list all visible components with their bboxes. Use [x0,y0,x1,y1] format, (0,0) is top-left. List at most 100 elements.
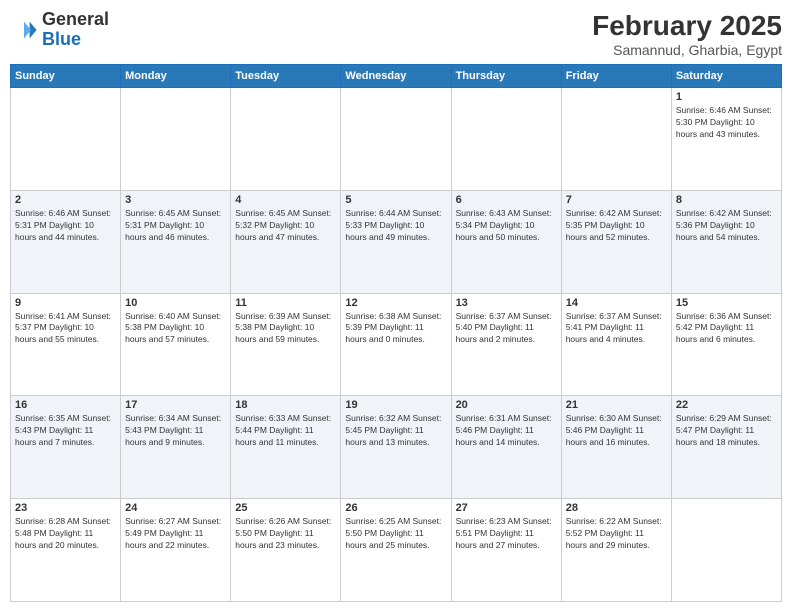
day-cell: 24 Sunrise: 6:27 AM Sunset: 5:49 PM Dayli… [121,499,231,602]
title-block: February 2025 Samannud, Gharbia, Egypt [592,10,782,58]
day-cell: 1Sunrise: 6:46 AM Sunset: 5:30 PM Daylig… [671,88,781,191]
page: General Blue February 2025 Samannud, Gha… [0,0,792,612]
day-number: 11 [235,297,336,309]
day-number: 14 [566,297,667,309]
day-info: Sunrise: 6:34 AM Sunset: 5:43 PM Dayligh… [125,413,226,449]
day-info: Sunrise: 6:36 AM Sunset: 5:42 PM Dayligh… [676,311,777,347]
day-info: Sunrise: 6:42 AM Sunset: 5:35 PM Dayligh… [566,208,667,244]
day-info: Sunrise: 6:28 AM Sunset: 5:48 PM Dayligh… [15,516,116,552]
day-info: Sunrise: 6:43 AM Sunset: 5:34 PM Dayligh… [456,208,557,244]
day-cell: 7 Sunrise: 6:42 AM Sunset: 5:35 PM Daylig… [561,190,671,293]
day-cell [561,88,671,191]
day-cell: 14Sunrise: 6:37 AM Sunset: 5:41 PM Dayli… [561,293,671,396]
day-cell: 23 Sunrise: 6:28 AM Sunset: 5:48 PM Dayli… [11,499,121,602]
day-cell: 5 Sunrise: 6:44 AM Sunset: 5:33 PM Daylig… [341,190,451,293]
day-cell: 4Sunrise: 6:45 AM Sunset: 5:32 PM Daylig… [231,190,341,293]
day-cell: 20Sunrise: 6:31 AM Sunset: 5:46 PM Dayli… [451,396,561,499]
day-cell: 13 Sunrise: 6:37 AM Sunset: 5:40 PM Dayli… [451,293,561,396]
day-number: 23 [15,502,116,514]
week-row-2: 2Sunrise: 6:46 AM Sunset: 5:31 PM Daylig… [11,190,782,293]
day-number: 28 [566,502,667,514]
day-number: 1 [676,91,777,103]
col-header-monday: Monday [121,65,231,88]
calendar-body: 1Sunrise: 6:46 AM Sunset: 5:30 PM Daylig… [11,88,782,602]
logo-blue: Blue [42,29,81,49]
day-info: Sunrise: 6:39 AM Sunset: 5:38 PM Dayligh… [235,311,336,347]
day-number: 15 [676,297,777,309]
day-number: 6 [456,194,557,206]
day-info: Sunrise: 6:45 AM Sunset: 5:31 PM Dayligh… [125,208,226,244]
day-cell [11,88,121,191]
day-cell: 16 Sunrise: 6:35 AM Sunset: 5:43 PM Dayli… [11,396,121,499]
col-header-friday: Friday [561,65,671,88]
day-info: Sunrise: 6:30 AM Sunset: 5:46 PM Dayligh… [566,413,667,449]
week-row-5: 23 Sunrise: 6:28 AM Sunset: 5:48 PM Dayli… [11,499,782,602]
day-info: Sunrise: 6:40 AM Sunset: 5:38 PM Dayligh… [125,311,226,347]
day-number: 16 [15,399,116,411]
day-cell: 25 Sunrise: 6:26 AM Sunset: 5:50 PM Dayli… [231,499,341,602]
day-number: 18 [235,399,336,411]
day-cell: 15 Sunrise: 6:36 AM Sunset: 5:42 PM Dayli… [671,293,781,396]
week-row-4: 16 Sunrise: 6:35 AM Sunset: 5:43 PM Dayli… [11,396,782,499]
day-number: 21 [566,399,667,411]
day-cell: 17 Sunrise: 6:34 AM Sunset: 5:43 PM Dayli… [121,396,231,499]
week-row-1: 1Sunrise: 6:46 AM Sunset: 5:30 PM Daylig… [11,88,782,191]
day-cell: 27 Sunrise: 6:23 AM Sunset: 5:51 PM Dayli… [451,499,561,602]
day-cell: 19Sunrise: 6:32 AM Sunset: 5:45 PM Dayli… [341,396,451,499]
day-cell: 18 Sunrise: 6:33 AM Sunset: 5:44 PM Dayli… [231,396,341,499]
day-cell: 9Sunrise: 6:41 AM Sunset: 5:37 PM Daylig… [11,293,121,396]
location: Samannud, Gharbia, Egypt [592,42,782,58]
day-number: 8 [676,194,777,206]
day-cell [451,88,561,191]
day-number: 4 [235,194,336,206]
day-info: Sunrise: 6:32 AM Sunset: 5:45 PM Dayligh… [345,413,446,449]
day-info: Sunrise: 6:46 AM Sunset: 5:31 PM Dayligh… [15,208,116,244]
week-row-3: 9Sunrise: 6:41 AM Sunset: 5:37 PM Daylig… [11,293,782,396]
day-number: 7 [566,194,667,206]
day-number: 20 [456,399,557,411]
day-cell: 22Sunrise: 6:29 AM Sunset: 5:47 PM Dayli… [671,396,781,499]
day-cell [671,499,781,602]
day-number: 25 [235,502,336,514]
day-cell: 8 Sunrise: 6:42 AM Sunset: 5:36 PM Daylig… [671,190,781,293]
day-info: Sunrise: 6:22 AM Sunset: 5:52 PM Dayligh… [566,516,667,552]
day-cell: 11 Sunrise: 6:39 AM Sunset: 5:38 PM Dayli… [231,293,341,396]
month-title: February 2025 [592,10,782,42]
logo-text: General Blue [42,10,109,50]
day-info: Sunrise: 6:37 AM Sunset: 5:40 PM Dayligh… [456,311,557,347]
day-info: Sunrise: 6:27 AM Sunset: 5:49 PM Dayligh… [125,516,226,552]
day-cell [121,88,231,191]
logo: General Blue [10,10,109,50]
day-number: 13 [456,297,557,309]
day-number: 26 [345,502,446,514]
calendar-header: SundayMondayTuesdayWednesdayThursdayFrid… [11,65,782,88]
header: General Blue February 2025 Samannud, Gha… [10,10,782,58]
day-info: Sunrise: 6:38 AM Sunset: 5:39 PM Dayligh… [345,311,446,347]
header-row: SundayMondayTuesdayWednesdayThursdayFrid… [11,65,782,88]
day-info: Sunrise: 6:42 AM Sunset: 5:36 PM Dayligh… [676,208,777,244]
col-header-sunday: Sunday [11,65,121,88]
day-cell: 10Sunrise: 6:40 AM Sunset: 5:38 PM Dayli… [121,293,231,396]
day-number: 5 [345,194,446,206]
day-cell: 3Sunrise: 6:45 AM Sunset: 5:31 PM Daylig… [121,190,231,293]
day-number: 27 [456,502,557,514]
day-info: Sunrise: 6:33 AM Sunset: 5:44 PM Dayligh… [235,413,336,449]
day-info: Sunrise: 6:26 AM Sunset: 5:50 PM Dayligh… [235,516,336,552]
day-number: 9 [15,297,116,309]
day-info: Sunrise: 6:23 AM Sunset: 5:51 PM Dayligh… [456,516,557,552]
day-info: Sunrise: 6:44 AM Sunset: 5:33 PM Dayligh… [345,208,446,244]
day-cell [231,88,341,191]
day-cell: 6 Sunrise: 6:43 AM Sunset: 5:34 PM Daylig… [451,190,561,293]
day-number: 12 [345,297,446,309]
day-number: 22 [676,399,777,411]
calendar: SundayMondayTuesdayWednesdayThursdayFrid… [10,64,782,602]
day-number: 17 [125,399,226,411]
day-cell: 2Sunrise: 6:46 AM Sunset: 5:31 PM Daylig… [11,190,121,293]
col-header-thursday: Thursday [451,65,561,88]
day-info: Sunrise: 6:35 AM Sunset: 5:43 PM Dayligh… [15,413,116,449]
day-cell [341,88,451,191]
day-cell: 21 Sunrise: 6:30 AM Sunset: 5:46 PM Dayli… [561,396,671,499]
day-info: Sunrise: 6:25 AM Sunset: 5:50 PM Dayligh… [345,516,446,552]
day-number: 24 [125,502,226,514]
day-cell: 12 Sunrise: 6:38 AM Sunset: 5:39 PM Dayli… [341,293,451,396]
